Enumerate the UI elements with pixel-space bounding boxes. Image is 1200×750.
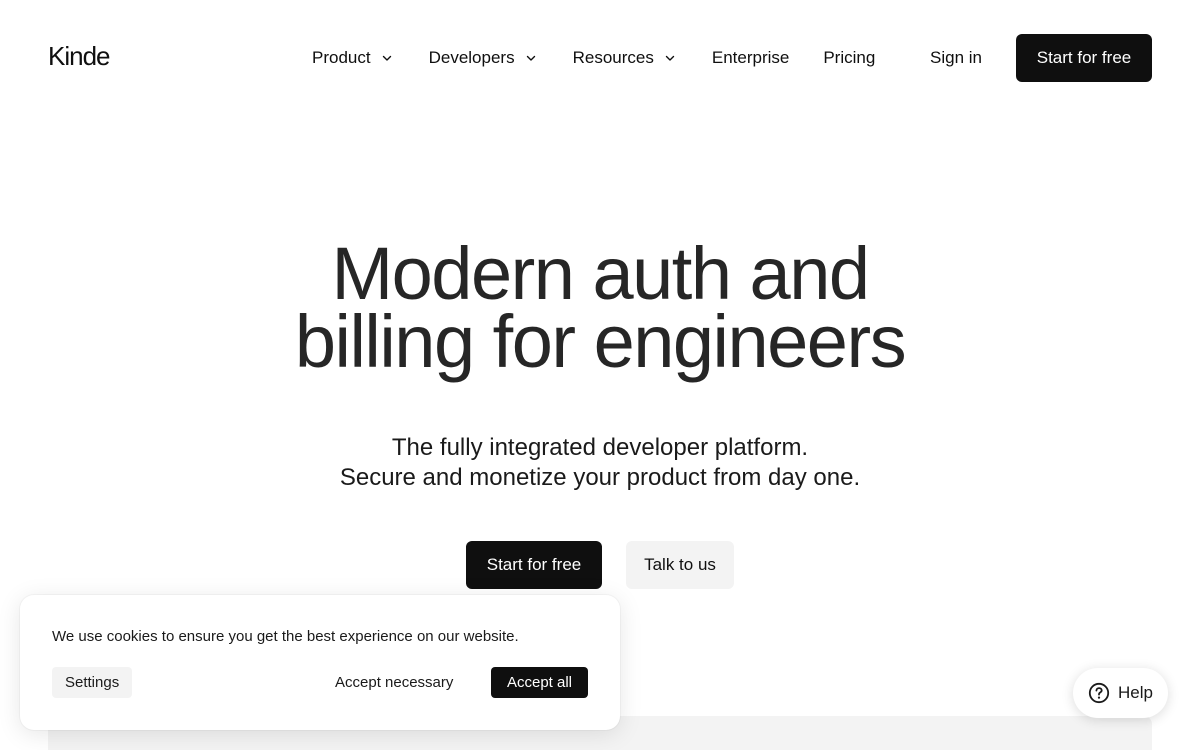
- hero-title-line-2: billing for engineers: [294, 300, 907, 383]
- cookie-message: We use cookies to ensure you get the bes…: [52, 628, 519, 645]
- nav-item-pricing[interactable]: Pricing: [823, 48, 875, 68]
- chevron-down-icon: [525, 52, 537, 64]
- hero-actions: Start for free Talk to us: [466, 541, 734, 589]
- hero-subtitle-line-2: Secure and monetize your product from da…: [339, 464, 861, 491]
- hero-title: Modern auth and billing for engineers: [0, 237, 1200, 379]
- help-widget-button[interactable]: Help: [1073, 668, 1168, 718]
- cookie-banner: We use cookies to ensure you get the bes…: [20, 595, 620, 730]
- site-header: Kinde Product Developers Resources Enter…: [0, 0, 1200, 116]
- accept-necessary-button[interactable]: Accept necessary: [335, 667, 453, 698]
- nav-item-label: Developers: [428, 48, 515, 67]
- help-circle-icon: [1088, 682, 1110, 704]
- nav-item-label: Enterprise: [711, 48, 790, 67]
- chevron-down-icon: [664, 52, 676, 64]
- help-label: Help: [1118, 683, 1153, 702]
- header-start-free-button[interactable]: Start for free: [1016, 34, 1152, 82]
- chevron-down-icon: [381, 52, 393, 64]
- nav-item-developers[interactable]: Developers: [429, 48, 537, 68]
- nav-item-enterprise[interactable]: Enterprise: [712, 48, 789, 68]
- talk-to-us-button[interactable]: Talk to us: [626, 541, 734, 589]
- nav-item-label: Pricing: [823, 48, 876, 67]
- hero-subtitle: The fully integrated developer platform.…: [0, 433, 1200, 493]
- sign-in-link[interactable]: Sign in: [930, 46, 982, 70]
- kinde-logo[interactable]: Kinde: [48, 40, 110, 72]
- hero-subtitle-line-1: The fully integrated developer platform.: [391, 434, 809, 461]
- nav-item-resources[interactable]: Resources: [573, 48, 676, 68]
- nav-item-product[interactable]: Product: [312, 48, 393, 68]
- cookie-settings-button[interactable]: Settings: [52, 667, 133, 698]
- nav-item-label: Resources: [572, 48, 654, 67]
- hero-start-free-button[interactable]: Start for free: [466, 541, 602, 589]
- accept-all-button[interactable]: Accept all: [491, 667, 588, 698]
- nav-item-label: Product: [312, 48, 371, 67]
- main-nav: Product Developers Resources Enterprise …: [312, 46, 875, 70]
